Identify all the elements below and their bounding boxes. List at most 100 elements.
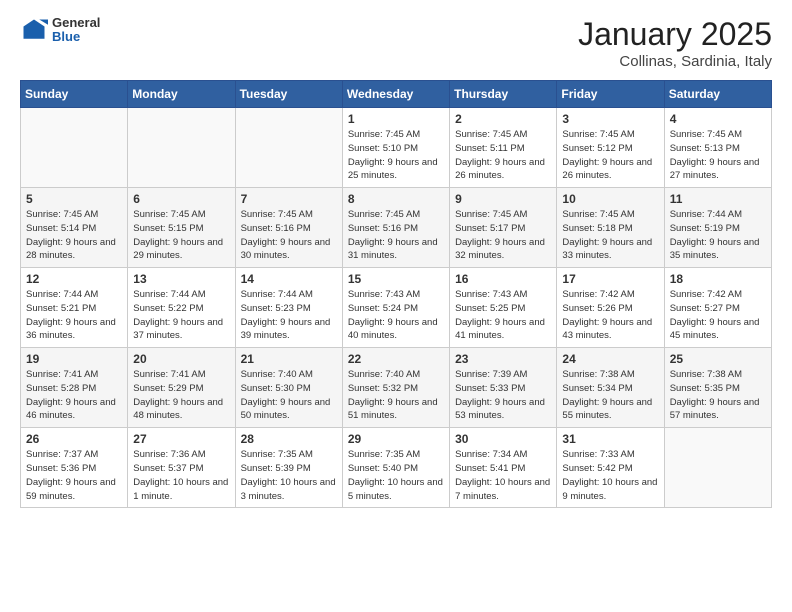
calendar-cell: 3 Sunrise: 7:45 AMSunset: 5:12 PMDaylight… [557, 108, 664, 188]
day-number: 15 [348, 272, 444, 286]
day-info: Sunrise: 7:45 AMSunset: 5:18 PMDaylight:… [562, 208, 658, 263]
logo-text: General Blue [52, 16, 100, 45]
day-number: 31 [562, 432, 658, 446]
calendar-cell: 21 Sunrise: 7:40 AMSunset: 5:30 PMDayligh… [235, 348, 342, 428]
day-number: 28 [241, 432, 337, 446]
day-number: 13 [133, 272, 229, 286]
day-info: Sunrise: 7:39 AMSunset: 5:33 PMDaylight:… [455, 368, 551, 423]
calendar-cell: 8Sunrise: 7:45 AMSunset: 5:16 PMDaylight… [342, 188, 449, 268]
day-info: Sunrise: 7:44 AMSunset: 5:19 PMDaylight:… [670, 208, 766, 263]
week-row-4: 19 Sunrise: 7:41 AMSunset: 5:28 PMDayligh… [21, 348, 772, 428]
day-number: 12 [26, 272, 122, 286]
day-info: Sunrise: 7:45 AMSunset: 5:14 PMDaylight:… [26, 208, 122, 263]
day-info: Sunrise: 7:38 AMSunset: 5:35 PMDaylight:… [670, 368, 766, 423]
day-number: 18 [670, 272, 766, 286]
day-info: Sunrise: 7:44 AMSunset: 5:22 PMDaylight:… [133, 288, 229, 343]
weekday-header-saturday: Saturday [664, 81, 771, 108]
calendar-cell: 2 Sunrise: 7:45 AMSunset: 5:11 PMDaylight… [450, 108, 557, 188]
weekday-header-tuesday: Tuesday [235, 81, 342, 108]
day-number: 3 [562, 112, 658, 126]
weekday-header-monday: Monday [128, 81, 235, 108]
calendar-cell: 19 Sunrise: 7:41 AMSunset: 5:28 PMDayligh… [21, 348, 128, 428]
day-info: Sunrise: 7:43 AMSunset: 5:25 PMDaylight:… [455, 288, 551, 343]
day-info: Sunrise: 7:33 AMSunset: 5:42 PMDaylight:… [562, 448, 658, 503]
title-block: January 2025 Collinas, Sardinia, Italy [578, 16, 772, 70]
day-number: 27 [133, 432, 229, 446]
weekday-header-sunday: Sunday [21, 81, 128, 108]
day-number: 19 [26, 352, 122, 366]
calendar-cell: 22 Sunrise: 7:40 AMSunset: 5:32 PMDayligh… [342, 348, 449, 428]
week-row-2: 5Sunrise: 7:45 AMSunset: 5:14 PMDaylight… [21, 188, 772, 268]
day-info: Sunrise: 7:45 AMSunset: 5:10 PMDaylight:… [348, 128, 444, 183]
header: General Blue January 2025 Collinas, Sard… [20, 16, 772, 70]
day-number: 7 [241, 192, 337, 206]
calendar-cell: 11 Sunrise: 7:44 AMSunset: 5:19 PMDayligh… [664, 188, 771, 268]
day-number: 9 [455, 192, 551, 206]
week-row-5: 26Sunrise: 7:37 AMSunset: 5:36 PMDayligh… [21, 428, 772, 508]
day-info: Sunrise: 7:44 AMSunset: 5:23 PMDaylight:… [241, 288, 337, 343]
day-number: 4 [670, 112, 766, 126]
day-info: Sunrise: 7:38 AMSunset: 5:34 PMDaylight:… [562, 368, 658, 423]
day-number: 21 [241, 352, 337, 366]
day-info: Sunrise: 7:45 AMSunset: 5:11 PMDaylight:… [455, 128, 551, 183]
day-info: Sunrise: 7:45 AMSunset: 5:12 PMDaylight:… [562, 128, 658, 183]
day-info: Sunrise: 7:45 AMSunset: 5:16 PMDaylight:… [241, 208, 337, 263]
day-number: 26 [26, 432, 122, 446]
day-info: Sunrise: 7:35 AMSunset: 5:39 PMDaylight:… [241, 448, 337, 503]
day-number: 16 [455, 272, 551, 286]
calendar-table: SundayMondayTuesdayWednesdayThursdayFrid… [20, 80, 772, 508]
day-info: Sunrise: 7:35 AMSunset: 5:40 PMDaylight:… [348, 448, 444, 503]
day-info: Sunrise: 7:45 AMSunset: 5:16 PMDaylight:… [348, 208, 444, 263]
calendar-cell: 29 Sunrise: 7:35 AMSunset: 5:40 PMDayligh… [342, 428, 449, 508]
day-info: Sunrise: 7:42 AMSunset: 5:26 PMDaylight:… [562, 288, 658, 343]
calendar-cell: 6Sunrise: 7:45 AMSunset: 5:15 PMDaylight… [128, 188, 235, 268]
calendar-cell: 25 Sunrise: 7:38 AMSunset: 5:35 PMDayligh… [664, 348, 771, 428]
day-info: Sunrise: 7:45 AMSunset: 5:17 PMDaylight:… [455, 208, 551, 263]
calendar-cell: 9 Sunrise: 7:45 AMSunset: 5:17 PMDaylight… [450, 188, 557, 268]
day-info: Sunrise: 7:36 AMSunset: 5:37 PMDaylight:… [133, 448, 229, 503]
day-number: 1 [348, 112, 444, 126]
calendar-cell [664, 428, 771, 508]
day-number: 2 [455, 112, 551, 126]
day-info: Sunrise: 7:43 AMSunset: 5:24 PMDaylight:… [348, 288, 444, 343]
day-number: 10 [562, 192, 658, 206]
calendar-cell: 1 Sunrise: 7:45 AMSunset: 5:10 PMDaylight… [342, 108, 449, 188]
day-number: 22 [348, 352, 444, 366]
calendar-cell [128, 108, 235, 188]
calendar-cell: 16 Sunrise: 7:43 AMSunset: 5:25 PMDayligh… [450, 268, 557, 348]
weekday-header-wednesday: Wednesday [342, 81, 449, 108]
page: General Blue January 2025 Collinas, Sard… [0, 0, 792, 524]
calendar-cell: 24 Sunrise: 7:38 AMSunset: 5:34 PMDayligh… [557, 348, 664, 428]
calendar-cell: 23Sunrise: 7:39 AMSunset: 5:33 PMDayligh… [450, 348, 557, 428]
calendar-cell: 28 Sunrise: 7:35 AMSunset: 5:39 PMDayligh… [235, 428, 342, 508]
day-number: 11 [670, 192, 766, 206]
calendar-cell: 15 Sunrise: 7:43 AMSunset: 5:24 PMDayligh… [342, 268, 449, 348]
calendar-cell: 17 Sunrise: 7:42 AMSunset: 5:26 PMDayligh… [557, 268, 664, 348]
week-row-1: 1 Sunrise: 7:45 AMSunset: 5:10 PMDaylight… [21, 108, 772, 188]
calendar-cell: 13 Sunrise: 7:44 AMSunset: 5:22 PMDayligh… [128, 268, 235, 348]
day-info: Sunrise: 7:41 AMSunset: 5:28 PMDaylight:… [26, 368, 122, 423]
day-info: Sunrise: 7:40 AMSunset: 5:32 PMDaylight:… [348, 368, 444, 423]
calendar-cell [21, 108, 128, 188]
weekday-header-thursday: Thursday [450, 81, 557, 108]
calendar-cell: 5Sunrise: 7:45 AMSunset: 5:14 PMDaylight… [21, 188, 128, 268]
calendar-cell: 4Sunrise: 7:45 AMSunset: 5:13 PMDaylight… [664, 108, 771, 188]
day-number: 14 [241, 272, 337, 286]
location-title: Collinas, Sardinia, Italy [578, 53, 772, 70]
day-number: 29 [348, 432, 444, 446]
weekday-header-row: SundayMondayTuesdayWednesdayThursdayFrid… [21, 81, 772, 108]
calendar-cell: 10 Sunrise: 7:45 AMSunset: 5:18 PMDayligh… [557, 188, 664, 268]
calendar-cell: 27 Sunrise: 7:36 AMSunset: 5:37 PMDayligh… [128, 428, 235, 508]
day-info: Sunrise: 7:40 AMSunset: 5:30 PMDaylight:… [241, 368, 337, 423]
calendar-cell: 7 Sunrise: 7:45 AMSunset: 5:16 PMDaylight… [235, 188, 342, 268]
calendar-cell: 26Sunrise: 7:37 AMSunset: 5:36 PMDayligh… [21, 428, 128, 508]
day-number: 17 [562, 272, 658, 286]
calendar-cell: 14 Sunrise: 7:44 AMSunset: 5:23 PMDayligh… [235, 268, 342, 348]
calendar-cell: 12Sunrise: 7:44 AMSunset: 5:21 PMDayligh… [21, 268, 128, 348]
day-info: Sunrise: 7:42 AMSunset: 5:27 PMDaylight:… [670, 288, 766, 343]
day-number: 6 [133, 192, 229, 206]
day-number: 30 [455, 432, 551, 446]
day-number: 25 [670, 352, 766, 366]
calendar-cell: 30Sunrise: 7:34 AMSunset: 5:41 PMDayligh… [450, 428, 557, 508]
day-number: 24 [562, 352, 658, 366]
